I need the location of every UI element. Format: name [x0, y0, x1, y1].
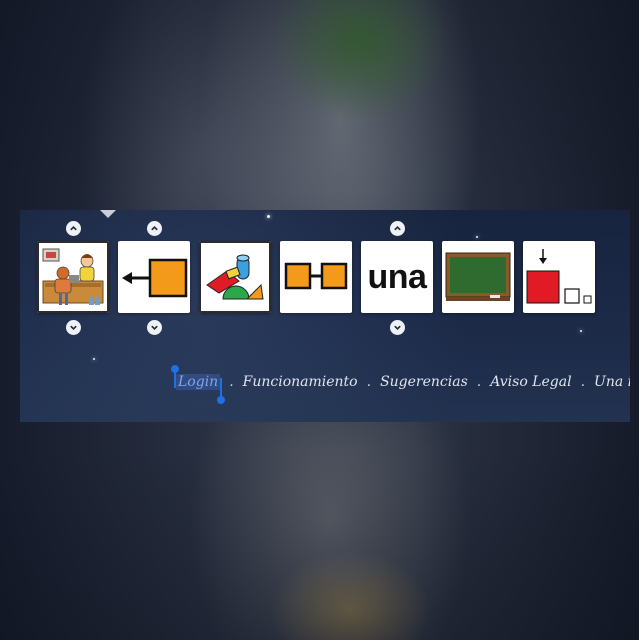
- footer-nav: Login . Funcionamiento . Sugerencias . A…: [171, 365, 630, 404]
- chevron-down-icon: [394, 325, 401, 330]
- funcionamiento-link[interactable]: Funcionamiento: [243, 374, 358, 390]
- move-up-button-1[interactable]: [66, 221, 81, 236]
- pictogram-card-4[interactable]: [280, 241, 352, 313]
- selection-handle-start-knob[interactable]: [171, 365, 179, 373]
- pictogram-card-3[interactable]: [199, 241, 271, 313]
- pictogram-card-7[interactable]: [523, 241, 595, 313]
- geometric-shapes-icon: [206, 254, 264, 300]
- pictogram-card-6[interactable]: [442, 241, 514, 313]
- move-up-button-2[interactable]: [147, 221, 162, 236]
- star-decoration: [476, 236, 478, 238]
- chevron-up-icon: [151, 226, 158, 231]
- chevron-up-icon: [70, 226, 77, 231]
- star-decoration: [100, 210, 116, 218]
- nav-separator: .: [366, 374, 372, 390]
- nav-separator: .: [580, 374, 586, 390]
- chevron-down-icon: [151, 325, 158, 330]
- una-idea-link[interactable]: Una idea: [594, 374, 630, 390]
- arrow-into-box-icon: [122, 258, 188, 298]
- chalkboard-icon: [445, 252, 511, 301]
- selection-handle-end[interactable]: [220, 378, 223, 398]
- red-square-sizes-icon: [526, 249, 592, 304]
- sugerencias-link[interactable]: Sugerencias: [380, 374, 468, 390]
- nav-separator: .: [229, 374, 234, 390]
- person-at-desk-icon: [42, 248, 104, 305]
- pictogram-card-1[interactable]: [37, 241, 109, 313]
- selection-handle-end-knob[interactable]: [217, 396, 226, 404]
- pictogram-banner: una Login . Funcionamiento . Sugerencias…: [20, 210, 630, 422]
- card-word-label: una: [367, 257, 427, 296]
- nav-separator: .: [476, 374, 482, 390]
- login-link[interactable]: Login: [171, 365, 226, 404]
- chevron-up-icon: [394, 226, 401, 231]
- login-link-label: Login: [178, 374, 219, 390]
- linked-squares-icon: [284, 262, 348, 290]
- aviso-legal-link[interactable]: Aviso Legal: [490, 374, 571, 390]
- chevron-down-icon: [70, 325, 77, 330]
- move-down-button-5[interactable]: [390, 320, 405, 335]
- move-down-button-2[interactable]: [147, 320, 162, 335]
- star-decoration: [267, 215, 270, 218]
- pictogram-card-5[interactable]: una: [361, 241, 433, 313]
- star-decoration: [93, 358, 95, 360]
- move-up-button-5[interactable]: [390, 221, 405, 236]
- star-decoration: [580, 330, 582, 332]
- pictogram-card-2[interactable]: [118, 241, 190, 313]
- move-down-button-1[interactable]: [66, 320, 81, 335]
